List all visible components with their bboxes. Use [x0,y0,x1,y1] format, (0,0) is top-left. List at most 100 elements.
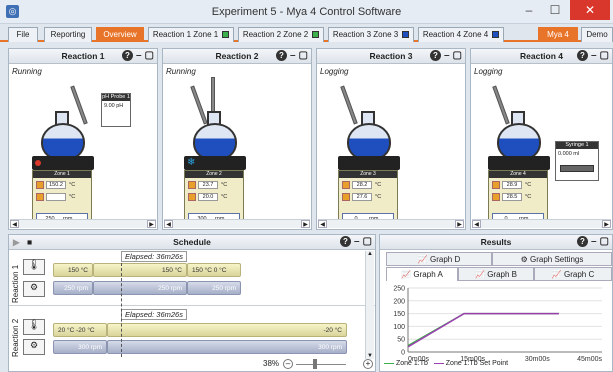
tab-mya4[interactable]: Mya 4 [538,27,578,42]
temp-step-bar[interactable]: 150 °C 0 °C [187,263,241,277]
panel-controls: ? – ▢ [427,50,462,63]
zoom-slider-thumb[interactable] [313,359,317,369]
temp-value[interactable]: 20.0 [198,193,218,201]
temp-unit: °C [69,194,76,201]
scroll-right-icon[interactable]: ▶ [602,220,611,228]
tab-label: Reaction 1 Zone 1 [152,30,219,39]
tab-label: Reaction 2 Zone 2 [242,30,309,39]
help-icon[interactable]: ? [339,236,351,247]
zone-label: Zone 4 [489,171,547,178]
zoom-level: 38% [263,359,280,368]
tab-reaction-1[interactable]: Reaction 1 Zone 1 [148,27,234,42]
restore-icon[interactable]: ▢ [600,50,609,62]
reaction-panel-4: Reaction 4 ? – ▢ Logging Syringe 1 0.000 m… [470,48,613,230]
minimize-icon[interactable]: – [444,50,450,62]
x-tick-label: 45m00s [577,356,602,363]
minimize-icon[interactable]: – [591,50,597,62]
tab-reaction-3[interactable]: Reaction 3 Zone 3 [328,27,414,42]
restore-icon[interactable]: ▢ [600,236,609,248]
y-tick-label: 100 [393,324,405,331]
probe-icon [190,85,208,125]
help-icon[interactable]: ? [576,236,588,247]
rpm-step-bar[interactable]: 300 rpm [107,340,347,354]
tab-graph-d[interactable]: 📈 Graph D [386,252,492,266]
zoom-slider-track[interactable] [296,364,346,365]
help-icon[interactable]: ? [576,50,588,61]
scroll-left-icon[interactable]: ◀ [472,220,481,228]
panel-title: Results [480,237,512,247]
horizontal-scrollbar[interactable]: ◀ ▶ [10,219,156,228]
temp-row-1: 23.7 °C [188,181,227,190]
tab-graph-a[interactable]: 📈 Graph A [386,267,458,281]
reaction-panel-1: Reaction 1 ? – ▢ Running pH Probe 1 9.00 p… [8,48,158,230]
stirrer-icon[interactable]: ⚙ [23,339,45,355]
maximize-button[interactable]: ☐ [542,0,568,20]
temp-value[interactable]: 23.7 [198,181,218,189]
restore-icon[interactable]: ▢ [453,50,462,62]
ph-probe-box[interactable]: pH Probe 1 9.00 pH [101,93,131,127]
tab-file[interactable]: File [8,27,38,42]
panel-title: Reaction 2 [215,51,259,61]
rpm-step-bar[interactable]: 250 rpm [93,281,187,295]
temp-step-bar[interactable]: 150 °C [93,263,187,277]
temp-value[interactable]: 28.5 [502,193,522,201]
tab-reporting[interactable]: Reporting [44,27,92,42]
temp-icon [342,193,350,201]
temp-value[interactable]: 28.9 [502,181,522,189]
scroll-right-icon[interactable]: ▶ [147,220,156,228]
scroll-left-icon[interactable]: ◀ [10,220,19,228]
zoom-in-icon[interactable]: + [363,359,373,369]
tab-reaction-2[interactable]: Reaction 2 Zone 2 [238,27,324,42]
temp-step-bar[interactable]: 150 °C [53,263,93,277]
rpm-step-bar[interactable]: 250 rpm [53,281,93,295]
restore-icon[interactable]: ▢ [363,236,372,248]
scroll-up-icon[interactable]: ▲ [366,251,374,257]
minimize-icon[interactable]: – [591,236,597,248]
scroll-left-icon[interactable]: ◀ [164,220,173,228]
probe-icon [340,85,358,125]
tab-demo[interactable]: Demo [581,27,613,42]
help-icon[interactable]: ? [121,50,133,61]
tab-overview[interactable]: Overview [96,27,144,42]
thermometer-icon[interactable]: 🌡 [23,259,45,275]
stop-icon[interactable]: ■ [27,235,32,249]
syringe-box[interactable]: Syringe 1 0.000 ml [555,141,599,181]
play-icon[interactable]: ▶ [13,235,20,249]
scroll-right-icon[interactable]: ▶ [301,220,310,228]
temp-value[interactable]: 28.2 [352,181,372,189]
vertical-scrollbar[interactable]: ▲ ▼ [365,251,374,359]
zoom-out-icon[interactable]: – [283,359,293,369]
minimize-icon[interactable]: – [290,50,296,62]
tab-graph-settings[interactable]: ⚙ Graph Settings [492,252,612,266]
temp-value[interactable]: 27.6 [352,193,372,201]
tab-graph-c[interactable]: 📈 Graph C [534,267,612,281]
tab-reaction-4[interactable]: Reaction 4 Zone 4 [418,27,504,42]
horizontal-scrollbar[interactable]: ◀ ▶ [164,219,310,228]
close-button[interactable]: ✕ [570,0,610,20]
restore-icon[interactable]: ▢ [145,50,154,62]
probe-icon [492,85,510,125]
thermometer-icon[interactable]: 🌡 [23,319,45,335]
minimize-button[interactable]: – [516,0,542,20]
temp-icon [188,181,196,189]
rpm-step-bar[interactable]: 250 rpm [187,281,241,295]
temp-value[interactable] [46,193,66,201]
minimize-icon[interactable]: – [354,236,360,248]
help-icon[interactable]: ? [429,50,441,61]
temp-row-1: 150.2 °C [36,181,75,190]
minimize-icon[interactable]: – [136,50,142,62]
heater-block [488,156,550,170]
stirrer-icon[interactable]: ⚙ [23,281,45,297]
rpm-step-bar[interactable]: 300 rpm [53,340,107,354]
help-icon[interactable]: ? [275,50,287,61]
temp-value[interactable]: 150.2 [46,181,66,189]
tab-graph-b[interactable]: 📈 Graph B [458,267,534,281]
restore-icon[interactable]: ▢ [299,50,308,62]
temp-step-bar[interactable]: -20 °C [107,323,347,337]
scroll-left-icon[interactable]: ◀ [318,220,327,228]
side-title: Syringe 1 [556,142,598,149]
scroll-right-icon[interactable]: ▶ [455,220,464,228]
temp-step-bar[interactable]: 20 °C -20 °C [53,323,107,337]
horizontal-scrollbar[interactable]: ◀ ▶ [472,219,611,228]
horizontal-scrollbar[interactable]: ◀ ▶ [318,219,464,228]
